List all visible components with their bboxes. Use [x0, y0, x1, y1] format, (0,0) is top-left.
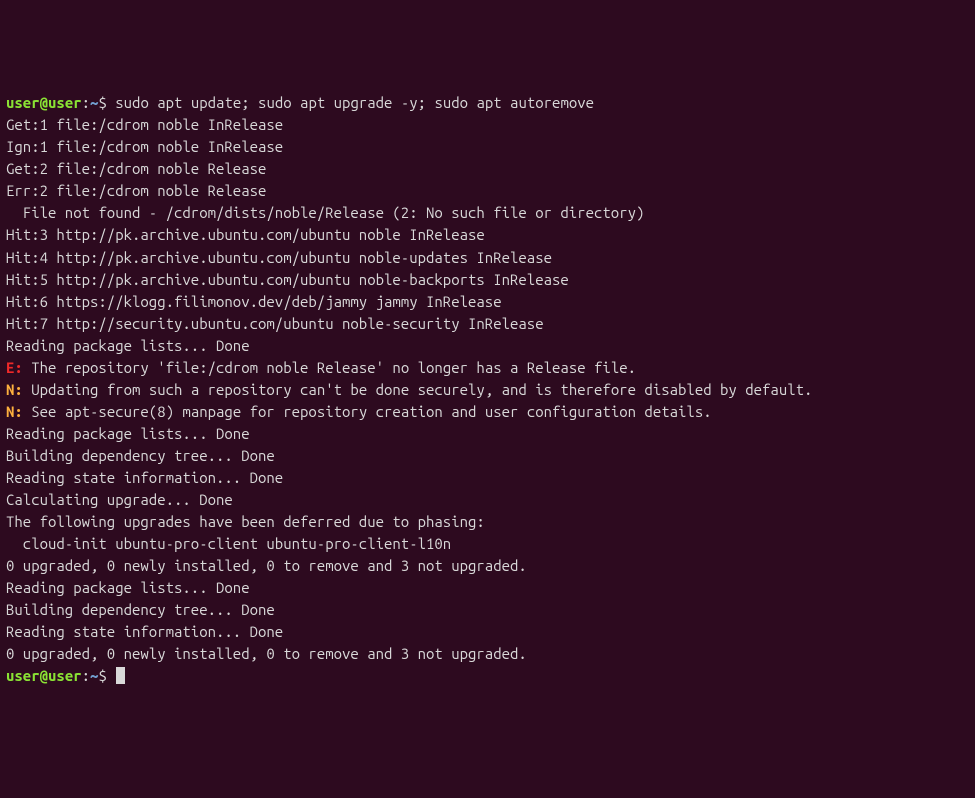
terminal[interactable]: user@user:~$ sudo apt update; sudo apt u…	[6, 92, 969, 687]
output-line: Hit:7 http://security.ubuntu.com/ubuntu …	[6, 315, 544, 332]
prompt-colon: :	[82, 94, 90, 111]
error-line: E: The repository 'file:/cdrom noble Rel…	[6, 359, 636, 376]
output-line: Hit:3 http://pk.archive.ubuntu.com/ubunt…	[6, 226, 485, 243]
cursor[interactable]	[116, 667, 125, 684]
prompt-dollar: $	[98, 94, 106, 111]
output-line: cloud-init ubuntu-pro-client ubuntu-pro-…	[6, 535, 451, 552]
output-line: Reading state information... Done	[6, 623, 283, 640]
prompt-user: user	[6, 667, 40, 684]
prompt-line-1: user@user:~$ sudo apt update; sudo apt u…	[6, 94, 594, 111]
prompt-at: @	[40, 667, 48, 684]
prompt-colon: :	[82, 667, 90, 684]
output-line: File not found - /cdrom/dists/noble/Rele…	[6, 204, 644, 221]
output-line: Reading package lists... Done	[6, 425, 250, 442]
prompt-at: @	[40, 94, 48, 111]
output-line: Err:2 file:/cdrom noble Release	[6, 182, 266, 199]
error-prefix: E:	[6, 359, 23, 376]
output-line: Building dependency tree... Done	[6, 447, 275, 464]
output-line: Get:1 file:/cdrom noble InRelease	[6, 116, 283, 133]
notice-prefix: N:	[6, 403, 23, 420]
output-line: 0 upgraded, 0 newly installed, 0 to remo…	[6, 557, 527, 574]
output-line: Hit:6 https://klogg.filimonov.dev/deb/ja…	[6, 293, 502, 310]
prompt-path: ~	[90, 667, 98, 684]
output-line: Reading state information... Done	[6, 469, 283, 486]
notice-text: Updating from such a repository can't be…	[23, 381, 813, 398]
notice-line: N: See apt-secure(8) manpage for reposit…	[6, 403, 712, 420]
prompt-line-2: user@user:~$	[6, 667, 125, 684]
notice-text: See apt-secure(8) manpage for repository…	[23, 403, 712, 420]
output-line: Get:2 file:/cdrom noble Release	[6, 160, 266, 177]
output-line: Ign:1 file:/cdrom noble InRelease	[6, 138, 283, 155]
notice-prefix: N:	[6, 381, 23, 398]
output-line: Hit:5 http://pk.archive.ubuntu.com/ubunt…	[6, 271, 569, 288]
output-line: The following upgrades have been deferre…	[6, 513, 485, 530]
output-line: Building dependency tree... Done	[6, 601, 275, 618]
prompt-host: user	[48, 94, 82, 111]
output-line: Hit:4 http://pk.archive.ubuntu.com/ubunt…	[6, 249, 552, 266]
output-line: Reading package lists... Done	[6, 579, 250, 596]
output-line: Reading package lists... Done	[6, 337, 250, 354]
command-text: sudo apt update; sudo apt upgrade -y; su…	[115, 94, 594, 111]
prompt-user: user	[6, 94, 40, 111]
prompt-host: user	[48, 667, 82, 684]
notice-line: N: Updating from such a repository can't…	[6, 381, 812, 398]
error-text: The repository 'file:/cdrom noble Releas…	[23, 359, 636, 376]
output-line: Calculating upgrade... Done	[6, 491, 233, 508]
output-line: 0 upgraded, 0 newly installed, 0 to remo…	[6, 645, 527, 662]
prompt-dollar: $	[98, 667, 106, 684]
